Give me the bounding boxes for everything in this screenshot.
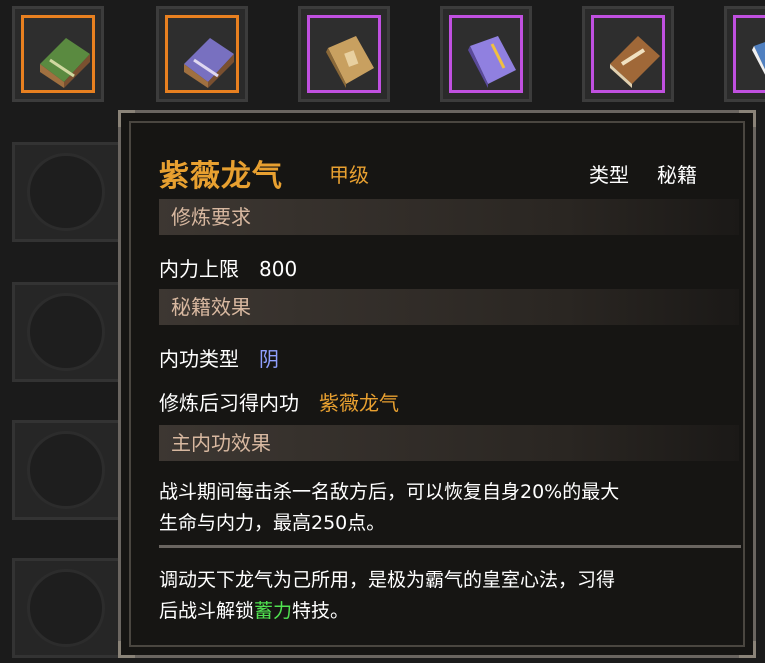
purple-book-icon [468,36,516,88]
frame-corner [118,641,135,658]
main-effect-line-2: 生命与内力，最高250点。 [159,512,386,534]
frame-corner [118,110,135,127]
book-slot-2[interactable] [156,6,248,102]
item-type-value: 秘籍 [657,163,697,187]
requirement-value: 800 [259,257,298,281]
book-slot-6[interactable] [724,6,765,102]
frame-corner [739,110,756,127]
description-line-1: 调动天下龙气为己所用，是极为霸气的皇室心法，习得 [159,569,616,591]
learn-value: 紫薇龙气 [319,391,399,415]
section-effects: 秘籍效果 [159,289,739,325]
frame-corner [739,641,756,658]
neigong-type-value: 阴 [259,347,279,371]
main-effect-line-1: 战斗期间每击杀一名敌方后，可以恢复自身20%的最大 [159,481,620,503]
empty-slot-4[interactable] [12,558,122,658]
learn-label: 修炼后习得内功 [159,391,299,415]
book-slot-4[interactable] [440,6,532,102]
green-scroll-book-icon [40,38,90,88]
description-pre: 后战斗解锁 [159,600,255,622]
description-text: 调动天下龙气为己所用，是极为霸气的皇室心法，习得 后战斗解锁蓄力特技。 [159,565,739,627]
neigong-type-label: 内功类型 [159,347,239,371]
section-requirements: 修炼要求 [159,199,739,235]
item-type-label: 类型 [589,163,629,187]
empty-slot-ring [27,569,105,647]
item-tooltip: 紫薇龙气 甲级 类型 秘籍 修炼要求 内力上限 800 秘籍效果 内功类型阴 修炼… [118,110,756,658]
tan-book-icon [326,36,374,88]
empty-slot-2[interactable] [12,282,122,382]
description-line-2: 后战斗解锁蓄力特技。 [159,596,739,627]
item-grade: 甲级 [329,163,369,187]
requirement-label: 内力上限 [159,257,239,281]
empty-slot-3[interactable] [12,420,122,520]
book-slot-1[interactable] [12,6,104,102]
requirement-row: 内力上限 800 [159,253,297,282]
brown-book-icon [610,36,660,88]
empty-slot-ring [27,431,105,509]
tooltip-divider [159,545,741,548]
neigong-type-row: 内功类型阴 [159,343,279,372]
purple-scroll-book-icon [184,38,234,88]
description-post: 特技。 [292,600,350,622]
book-slot-3[interactable] [298,6,390,102]
book-slot-5[interactable] [582,6,674,102]
section-main-effect: 主内功效果 [159,425,739,461]
blue-book-icon [752,42,765,75]
empty-slot-ring [27,153,105,231]
learn-row: 修炼后习得内功 紫薇龙气 [159,387,399,416]
item-title: 紫薇龙气 [159,159,283,194]
skill-name: 蓄力 [254,600,293,622]
empty-slot-ring [27,293,105,371]
empty-slot-1[interactable] [12,142,122,242]
main-effect-text: 战斗期间每击杀一名敌方后，可以恢复自身20%的最大 生命与内力，最高250点。 [159,477,739,539]
